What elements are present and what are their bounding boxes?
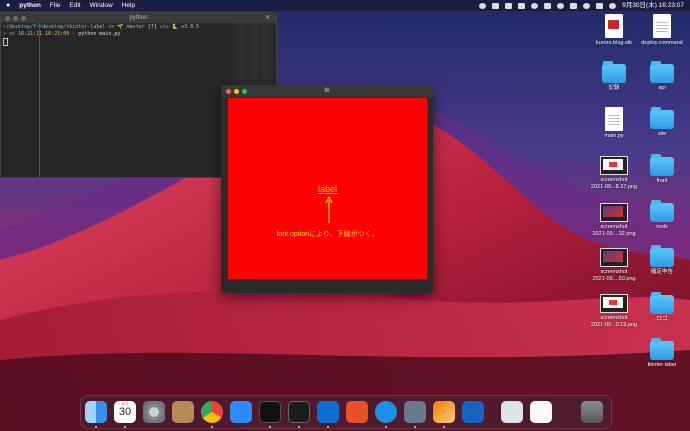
desktop-folder-api[interactable]: api: [632, 61, 690, 92]
tk-label: label: [317, 184, 337, 194]
menu-file[interactable]: File: [50, 0, 60, 11]
finder-icon[interactable]: [85, 401, 107, 423]
desktop-folder-site[interactable]: site: [632, 107, 690, 138]
status-dropbox-icon[interactable]: [505, 2, 513, 9]
image-thumbnail-icon: [600, 203, 628, 222]
chrome-icon[interactable]: [201, 401, 223, 423]
image-thumbnail-icon: [600, 156, 628, 175]
tk-window-controls: [226, 88, 247, 94]
menu-edit[interactable]: Edit: [69, 0, 80, 11]
tk-title: tk: [324, 87, 330, 94]
image-thumbnail-icon: [600, 248, 628, 267]
zoom-icon[interactable]: [230, 401, 252, 423]
folder-icon: [650, 245, 674, 267]
menu-app-name[interactable]: python: [19, 0, 41, 11]
terminal-titlebar[interactable]: python ✕: [1, 13, 276, 23]
contacts-icon[interactable]: [172, 401, 194, 423]
annotation-text: font optionにより、下線がつく。: [276, 231, 379, 238]
status-docker-icon[interactable]: [518, 2, 526, 9]
siri-icon[interactable]: [609, 2, 617, 9]
annotation-arrow: [325, 196, 333, 223]
image-thumbnail-icon: [600, 294, 628, 313]
finder-window-icon[interactable]: [501, 401, 523, 423]
shell-script-icon: [653, 14, 671, 38]
folder-icon: [650, 200, 674, 222]
minimize-button[interactable]: [234, 88, 239, 94]
search-icon[interactable]: [583, 2, 591, 9]
tableplus-icon[interactable]: [346, 401, 368, 423]
desktop-folder-front[interactable]: front: [632, 154, 690, 185]
folder-icon: [650, 338, 674, 360]
iterm-icon[interactable]: [259, 401, 281, 423]
folder-icon: [602, 61, 626, 83]
apple-menu-icon[interactable]: ●: [6, 0, 10, 11]
tk-titlebar[interactable]: tk: [221, 85, 433, 97]
terminal-title: python: [129, 15, 148, 21]
control-center-icon[interactable]: [596, 2, 604, 9]
python-file-icon: [605, 107, 623, 131]
desktop-folder-kakutei-shinkoku[interactable]: 確定申告: [632, 245, 690, 276]
preview-icon[interactable]: [404, 401, 426, 423]
folder-icon: [650, 61, 674, 83]
monitor-icon[interactable]: [433, 401, 455, 423]
close-button[interactable]: [5, 15, 10, 21]
menu-clock[interactable]: 9月30日(木) 16:23:07: [622, 0, 684, 11]
zoom-button[interactable]: [21, 15, 26, 21]
vscode-icon[interactable]: [317, 401, 339, 423]
menu-bar: ● python File Edit Window Help 9月30日(木) …: [0, 0, 690, 11]
menu-window[interactable]: Window: [90, 0, 113, 11]
docker-icon[interactable]: [375, 401, 397, 423]
minimize-button[interactable]: [13, 15, 18, 21]
close-tab-icon[interactable]: ✕: [265, 13, 270, 23]
desktop-folder-logo[interactable]: ロゴ: [632, 292, 690, 323]
close-button[interactable]: [226, 88, 231, 94]
calendar-icon[interactable]: 9月 30: [114, 401, 136, 423]
status-cloud-icon[interactable]: [531, 2, 539, 9]
wifi-icon[interactable]: [557, 2, 565, 9]
trash-icon[interactable]: [581, 401, 603, 423]
tk-window[interactable]: tk label font optionにより、下線がつく。: [221, 85, 433, 293]
tk-red-frame: label font optionにより、下線がつく。: [228, 98, 427, 279]
folder-icon: [650, 154, 674, 176]
infinity-icon[interactable]: [462, 401, 484, 423]
status-record-icon[interactable]: [479, 2, 487, 9]
system-preferences-icon[interactable]: [143, 401, 165, 423]
zoom-button[interactable]: [242, 88, 247, 94]
document-icon: [605, 14, 623, 38]
menu-help[interactable]: Help: [122, 0, 135, 11]
terminal-cursor: [3, 38, 8, 46]
battery-icon[interactable]: [570, 2, 578, 9]
desktop-icon-deploy-command[interactable]: deploy.command: [632, 14, 690, 47]
document-icon[interactable]: [530, 401, 552, 423]
desktop-folder-tools[interactable]: tools: [632, 200, 690, 231]
terminal-window-controls: [5, 15, 26, 21]
pane-divider: [39, 23, 40, 177]
dock: 9月 30: [80, 395, 612, 429]
status-bluetooth-icon[interactable]: [544, 2, 552, 9]
status-keyboard-icon[interactable]: [492, 2, 500, 9]
desktop-folder-tkinter-label[interactable]: tkinter-label: [632, 338, 690, 369]
terminal-icon[interactable]: [288, 401, 310, 423]
folder-icon: [650, 107, 674, 129]
folder-icon: [650, 292, 674, 314]
